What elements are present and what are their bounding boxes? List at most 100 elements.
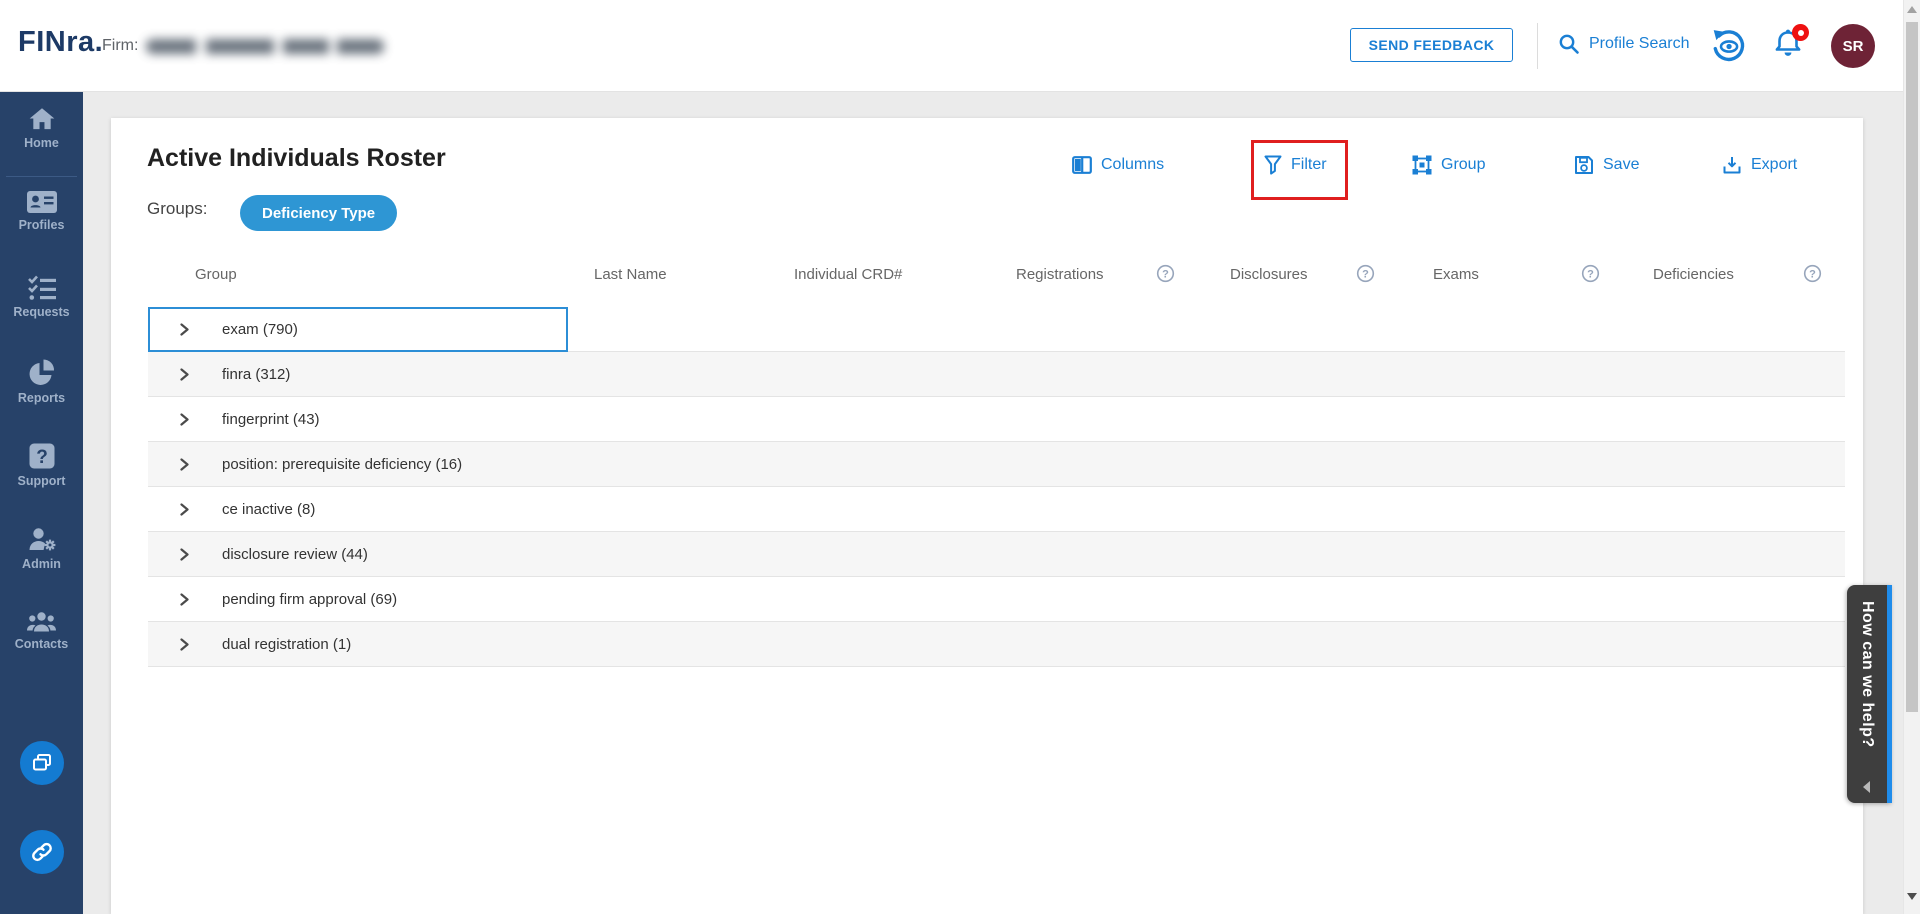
sidebar-item-contacts[interactable]: Contacts [0, 610, 83, 651]
sidebar-item-label: Admin [22, 557, 61, 571]
save-label: Save [1603, 156, 1640, 173]
column-header-disclosures[interactable]: Disclosures [1230, 266, 1308, 283]
copy-link-button[interactable] [20, 830, 64, 874]
row-label: fingerprint (43) [222, 411, 320, 428]
collapse-chevron-icon [1863, 781, 1870, 793]
people-icon [27, 612, 56, 632]
columns-label: Columns [1101, 156, 1165, 173]
exams-help-icon[interactable]: ? [1581, 264, 1600, 283]
profile-search-button[interactable]: Profile Search [1558, 33, 1690, 55]
table-row-position-prerequisite[interactable]: position: prerequisite deficiency (16) [148, 442, 1845, 487]
history-eye-icon [1713, 30, 1745, 62]
deficiencies-help-icon[interactable]: ? [1803, 264, 1822, 283]
table-row-dual-registration[interactable]: dual registration (1) [148, 622, 1845, 667]
sidebar-item-admin[interactable]: Admin [0, 526, 83, 571]
svg-text:?: ? [1162, 268, 1169, 280]
filter-label: Filter [1291, 156, 1327, 173]
expand-chevron-icon[interactable] [178, 413, 191, 426]
sidebar-nav: Home Profiles Requests Reports ? Support… [0, 92, 83, 914]
group-chip-deficiency-type[interactable]: Deficiency Type [240, 195, 398, 231]
group-label: Group [1441, 156, 1486, 173]
column-header-exams[interactable]: Exams [1433, 266, 1479, 283]
filter-button[interactable]: Filter [1264, 152, 1327, 178]
windows-icon [33, 754, 51, 771]
row-label: ce inactive (8) [222, 501, 316, 518]
export-button[interactable]: Export [1722, 152, 1797, 178]
filter-icon [1264, 155, 1282, 175]
table-row-exam[interactable]: exam (790) [148, 307, 1845, 352]
recently-viewed-button[interactable] [1710, 28, 1746, 64]
pie-chart-icon [29, 359, 55, 385]
selected-cell-outline [148, 307, 568, 352]
send-feedback-button[interactable]: SEND FEEDBACK [1350, 28, 1513, 62]
group-button[interactable]: Group [1412, 152, 1485, 178]
table-header-row: Group Last Name Individual CRD# Registra… [111, 264, 1863, 296]
row-label: disclosure review (44) [222, 546, 368, 563]
search-icon [1559, 34, 1579, 54]
user-gear-icon [29, 528, 55, 551]
sidebar-item-reports[interactable]: Reports [0, 358, 83, 405]
group-icon [1412, 155, 1432, 175]
svg-text:?: ? [1587, 268, 1594, 280]
expand-chevron-icon[interactable] [178, 638, 191, 651]
save-button[interactable]: Save [1574, 152, 1639, 178]
sidebar-item-label: Home [24, 136, 59, 150]
expand-chevron-icon[interactable] [178, 593, 191, 606]
checklist-icon [27, 275, 56, 300]
sidebar-item-support[interactable]: ? Support [0, 442, 83, 488]
table-row-ce-inactive[interactable]: ce inactive (8) [148, 487, 1845, 532]
id-card-icon [26, 191, 57, 213]
home-icon [29, 108, 54, 130]
column-header-registrations[interactable]: Registrations [1016, 266, 1104, 283]
page-title: Active Individuals Roster [147, 144, 446, 172]
save-icon [1575, 156, 1593, 174]
table-body: exam (790) finra (312) fingerprint (43) … [148, 307, 1845, 667]
expand-chevron-icon[interactable] [178, 368, 191, 381]
sidebar-item-label: Reports [17, 391, 66, 405]
question-square-icon: ? [29, 443, 54, 469]
notifications-button[interactable] [1772, 24, 1809, 65]
multi-window-button[interactable] [20, 741, 64, 785]
expand-chevron-icon[interactable] [178, 458, 191, 471]
disclosures-help-icon[interactable]: ? [1356, 264, 1375, 283]
sidebar-item-home[interactable]: Home [0, 106, 83, 150]
row-label: dual registration (1) [222, 636, 352, 653]
sidebar-item-requests[interactable]: Requests [0, 274, 83, 319]
link-icon [32, 842, 52, 862]
finra-logo[interactable]: FINra. [18, 26, 103, 59]
svg-text:?: ? [1809, 268, 1816, 280]
user-avatar[interactable]: SR [1831, 24, 1875, 68]
column-header-individual-crd[interactable]: Individual CRD# [794, 266, 902, 283]
row-label: pending firm approval (69) [222, 591, 398, 608]
sidebar-item-label: Contacts [14, 637, 69, 651]
column-header-deficiencies[interactable]: Deficiencies [1653, 266, 1734, 283]
table-row-pending-firm-approval[interactable]: pending firm approval (69) [148, 577, 1845, 622]
profile-search-label: Profile Search [1589, 35, 1690, 52]
export-icon [1723, 157, 1741, 174]
column-header-last-name[interactable]: Last Name [594, 266, 667, 283]
expand-chevron-icon[interactable] [178, 548, 191, 561]
expand-chevron-icon[interactable] [178, 503, 191, 516]
scroll-down-arrow[interactable] [1907, 893, 1917, 900]
svg-text:?: ? [36, 447, 48, 468]
registrations-help-icon[interactable]: ? [1156, 264, 1175, 283]
svg-text:?: ? [1362, 268, 1369, 280]
scroll-up-arrow[interactable] [1907, 6, 1917, 13]
sidebar-divider [6, 176, 77, 177]
help-tab-stripe [1887, 585, 1892, 803]
firm-name-redacted [146, 39, 384, 54]
row-label: position: prerequisite deficiency (16) [222, 456, 463, 473]
top-bar: FINra. Firm: SEND FEEDBACK Profile Searc… [0, 0, 1920, 92]
help-tab[interactable]: How can we help? [1847, 585, 1892, 803]
sidebar-item-profiles[interactable]: Profiles [0, 190, 83, 232]
row-label: finra (312) [222, 366, 291, 383]
row-label: exam (790) [222, 321, 298, 338]
roster-card: Active Individuals Roster Columns Filter [111, 118, 1863, 914]
columns-button[interactable]: Columns [1072, 152, 1164, 178]
table-row-finra[interactable]: finra (312) [148, 352, 1845, 397]
table-row-fingerprint[interactable]: fingerprint (43) [148, 397, 1845, 442]
scrollbar-thumb[interactable] [1906, 22, 1918, 712]
table-row-disclosure-review[interactable]: disclosure review (44) [148, 532, 1845, 577]
column-header-group[interactable]: Group [195, 266, 237, 283]
expand-chevron-icon[interactable] [178, 323, 191, 336]
